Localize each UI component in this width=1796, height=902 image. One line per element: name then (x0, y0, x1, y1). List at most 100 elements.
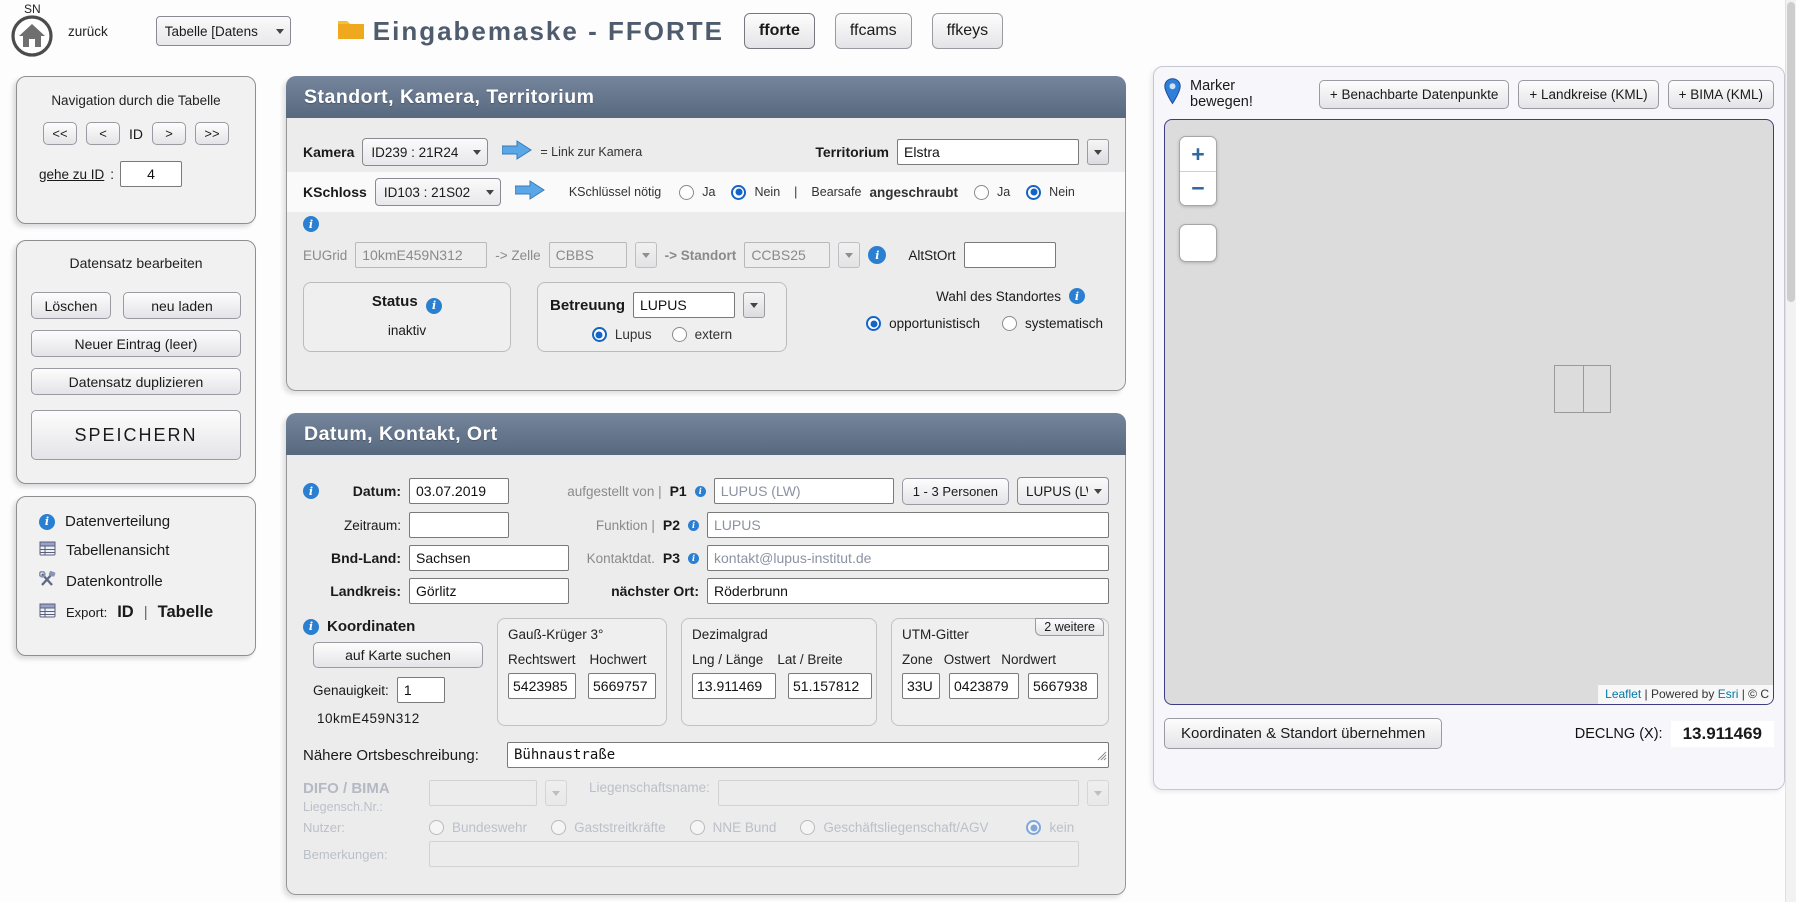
opportunistisch-label: opportunistisch (889, 316, 980, 331)
delete-button[interactable]: Löschen (31, 292, 111, 319)
p2-info-icon[interactable]: i (688, 520, 699, 531)
next-record-button[interactable]: > (152, 122, 186, 145)
genauigkeit-input[interactable] (397, 677, 445, 703)
back-link[interactable]: zurück (68, 24, 108, 39)
ort-input[interactable] (707, 578, 1109, 604)
camera-link-arrow-icon[interactable] (502, 140, 532, 165)
p3-input[interactable] (707, 545, 1109, 571)
betreuung-dropdown-button[interactable] (743, 292, 765, 318)
goto-id-input[interactable] (120, 161, 182, 187)
betreuung-extern-radio[interactable] (672, 327, 687, 342)
standort-dropdown-button (838, 242, 860, 268)
gk-hochwert-input[interactable] (588, 673, 656, 699)
apply-coordinates-button[interactable]: Koordinaten & Standort übernehmen (1164, 718, 1442, 749)
utm-col-nordwert: Nordwert (1001, 652, 1056, 667)
map-canvas[interactable]: + − Leaflet | Powered by Esri | © C (1164, 119, 1774, 705)
utm-zone-input[interactable] (902, 673, 940, 699)
page-scrollbar[interactable] (1785, 0, 1796, 902)
folder-icon (337, 17, 365, 46)
save-button[interactable]: SPEICHERN (31, 410, 241, 460)
territorium-dropdown-button[interactable] (1087, 139, 1109, 165)
declng-group: DECLNG (X): 13.911469 (1575, 721, 1774, 747)
leaflet-link[interactable]: Leaflet (1605, 687, 1641, 701)
duplicate-record-button[interactable]: Datensatz duplizieren (31, 368, 241, 395)
p2-input[interactable] (707, 512, 1109, 538)
home-icon[interactable] (10, 14, 54, 63)
p1-select[interactable]: LUPUS (LW (1017, 477, 1109, 505)
zoom-out-button[interactable]: − (1180, 171, 1216, 205)
utm-nordwert-input[interactable] (1028, 673, 1098, 699)
bearsafe-ja-radio[interactable] (974, 185, 989, 200)
kschloss-select[interactable]: ID103 : 21S02 (375, 178, 501, 206)
scrollbar-thumb[interactable] (1787, 2, 1795, 302)
landkreis-input[interactable] (409, 578, 569, 604)
p3-info-icon[interactable]: i (688, 553, 699, 564)
attribution-separator: | Powered by (1641, 687, 1718, 701)
kschloss-info-icon[interactable]: i (303, 216, 319, 232)
bearsafe-nein-radio[interactable] (1026, 185, 1041, 200)
app-button-ffkeys[interactable]: ffkeys (932, 13, 1004, 49)
betreuung-input[interactable] (633, 292, 735, 318)
koordinaten-info-icon[interactable]: i (303, 619, 319, 635)
export-id-link[interactable]: ID (117, 603, 134, 622)
first-record-button[interactable]: << (43, 122, 77, 145)
new-entry-button[interactable]: Neuer Eintrag (leer) (31, 330, 241, 357)
resize-handle-icon[interactable] (1095, 748, 1107, 766)
zoom-in-button[interactable]: + (1180, 137, 1216, 171)
auf-karte-suchen-button[interactable]: auf Karte suchen (313, 642, 483, 668)
app-button-ffcams[interactable]: ffcams (835, 13, 912, 49)
bima-kml-button[interactable]: + BIMA (KML) (1668, 80, 1774, 109)
reload-button[interactable]: neu laden (123, 292, 241, 319)
map-layers-button[interactable] (1179, 224, 1217, 262)
territorium-input[interactable] (897, 139, 1079, 165)
utm-ostwert-input[interactable] (949, 673, 1019, 699)
ortsbeschreibung-textarea[interactable]: Bühnaustraße (507, 742, 1109, 768)
datenkontrolle-link[interactable]: Datenkontrolle (39, 571, 255, 592)
kschluessel-ja-radio[interactable] (679, 185, 694, 200)
esri-link[interactable]: Esri (1718, 687, 1739, 701)
status-info-icon[interactable]: i (426, 298, 442, 314)
utm-more-button[interactable]: 2 weitere (1035, 618, 1104, 636)
tabellenansicht-link[interactable]: Tabellenansicht (39, 540, 255, 561)
datenverteilung-link[interactable]: i Datenverteilung (39, 513, 255, 530)
datum-label: Datum: (327, 483, 401, 499)
dez-lng-input[interactable] (692, 673, 776, 699)
prev-record-button[interactable]: < (86, 122, 120, 145)
dez-lat-input[interactable] (788, 673, 872, 699)
p3-prefix-label: Kontaktdat. (587, 551, 655, 566)
last-record-button[interactable]: >> (195, 122, 229, 145)
systematisch-radio[interactable] (1002, 316, 1017, 331)
gk-rechtswert-input[interactable] (508, 673, 576, 699)
nutzer-nne-label: NNE Bund (713, 820, 777, 835)
app-button-fforte[interactable]: fforte (744, 13, 815, 49)
table-select[interactable]: Tabelle [Datens (156, 16, 291, 46)
kschluessel-nein-radio[interactable] (731, 185, 746, 200)
benachbarte-datenpunkte-button[interactable]: + Benachbarte Datenpunkte (1319, 80, 1510, 109)
p1-input[interactable] (714, 478, 894, 504)
standort-info-icon[interactable]: i (868, 246, 886, 264)
datum-input[interactable] (409, 478, 509, 504)
wahl-standort-info-icon[interactable]: i (1069, 288, 1085, 304)
p1-label: P1 (670, 483, 687, 499)
kschloss-select-value: ID103 : 21S02 (384, 185, 470, 200)
zeitraum-input[interactable] (409, 512, 509, 538)
map-footer: Koordinaten & Standort übernehmen DECLNG… (1164, 718, 1774, 749)
record-edit-box: Datensatz bearbeiten Löschen neu laden N… (16, 240, 256, 484)
kschloss-link-arrow-icon[interactable] (515, 180, 545, 205)
landkreise-kml-button[interactable]: + Landkreise (KML) (1518, 80, 1658, 109)
betreuung-lupus-radio[interactable] (592, 327, 607, 342)
goto-id-link[interactable]: gehe zu ID (39, 167, 104, 182)
datum-info-icon[interactable]: i (303, 483, 319, 499)
dez-col-lng: Lng / Länge (692, 652, 763, 667)
export-tabelle-link[interactable]: Tabelle (158, 603, 214, 622)
altstort-input[interactable] (964, 242, 1056, 268)
koordinaten-title: Koordinaten (327, 618, 415, 635)
nutzer-geschaeft-label: Geschäftsliegenschaft/AGV (823, 820, 988, 835)
opportunistisch-radio[interactable] (866, 316, 881, 331)
bndland-input[interactable] (409, 545, 569, 571)
p1-info-icon[interactable]: i (695, 486, 706, 497)
kamera-select[interactable]: ID239 : 21R24 (362, 138, 488, 166)
nutzer-kein-label: kein (1049, 820, 1074, 835)
home-logo[interactable]: SN (8, 2, 60, 60)
personen-button[interactable]: 1 - 3 Personen (902, 478, 1009, 505)
